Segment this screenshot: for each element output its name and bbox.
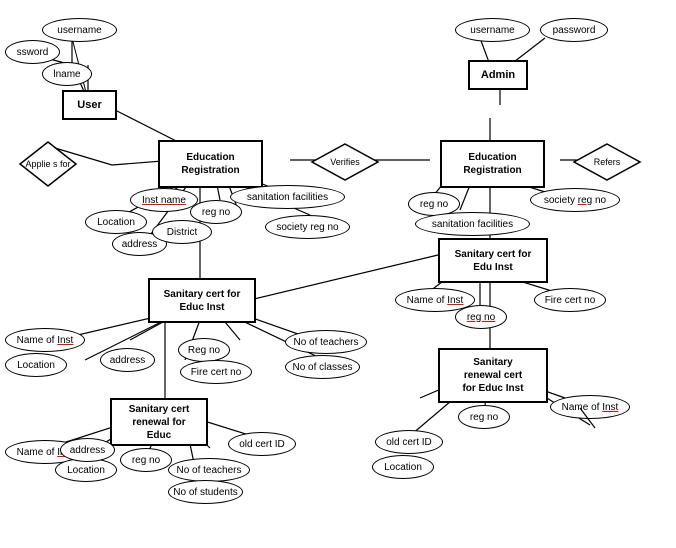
location-ellipse-left1: Location <box>85 210 147 234</box>
refers-diamond: Refers <box>572 142 642 182</box>
fire-cert-no-left: Fire cert no <box>180 360 252 384</box>
sanitation-facilities-right: sanitation facilities <box>415 212 530 236</box>
password-ellipse-left: ssword <box>5 40 60 64</box>
password-ellipse-right: password <box>540 18 608 42</box>
reg-no-ellipse-left1: reg no <box>190 200 242 224</box>
address-ellipse-left2: address <box>100 348 155 372</box>
sanitary-cert-right-box: Sanitary cert forEdu Inst <box>438 238 548 283</box>
user-box: User <box>62 90 117 120</box>
district-ellipse: District <box>152 220 212 244</box>
applies-for-diamond: Applie s for <box>18 140 78 188</box>
username-ellipse-left: username <box>42 18 117 42</box>
name-of-inst-right2: Name of Inst <box>550 395 630 419</box>
verifies-diamond: Verifies <box>310 142 380 182</box>
er-diagram: username ssword lname User Applie s for … <box>0 0 676 548</box>
fire-cert-no-right: Fire cert no <box>534 288 606 312</box>
reg-no-ellipse-right2: reg no <box>455 305 507 329</box>
address-ellipse-left3: address <box>60 438 115 462</box>
society-reg-no-right: society reg no <box>530 188 620 212</box>
sanitary-cert-renewal-left-box: Sanitary certrenewal for Educ <box>110 398 208 446</box>
no-of-students-ellipse: No of students <box>168 480 243 504</box>
no-of-teachers-left1: No of teachers <box>285 330 367 354</box>
inst-name-ellipse-left: Inst name <box>130 188 198 212</box>
lname-ellipse: lname <box>42 62 92 86</box>
location-ellipse-right: Location <box>372 455 434 479</box>
sanitary-renewal-right-box: Sanitaryrenewal certfor Educ Inst <box>438 348 548 403</box>
reg-no-ellipse-right3: reg no <box>458 405 510 429</box>
location-ellipse-left2: Location <box>5 353 67 377</box>
edu-reg-right-box: EducationRegistration <box>440 140 545 188</box>
no-of-classes-ellipse: No of classes <box>285 355 360 379</box>
old-cert-id-right: old cert ID <box>375 430 443 454</box>
society-reg-no-left: society reg no <box>265 215 350 239</box>
name-of-inst-left1: Name of Inst <box>5 328 85 352</box>
username-ellipse-right: username <box>455 18 530 42</box>
sanitary-cert-left-box: Sanitary cert forEduc Inst <box>148 278 256 323</box>
reg-no-ellipse-left3: reg no <box>120 448 172 472</box>
admin-box: Admin <box>468 60 528 90</box>
sanitation-facilities-left: sanitation facilities <box>230 185 345 209</box>
edu-reg-left-box: EducationRegistration <box>158 140 263 188</box>
no-of-teachers-left2: No of teachers <box>168 458 250 482</box>
old-cert-id-left: old cert ID <box>228 432 296 456</box>
reg-no-ellipse-left2: Reg no <box>178 338 230 362</box>
